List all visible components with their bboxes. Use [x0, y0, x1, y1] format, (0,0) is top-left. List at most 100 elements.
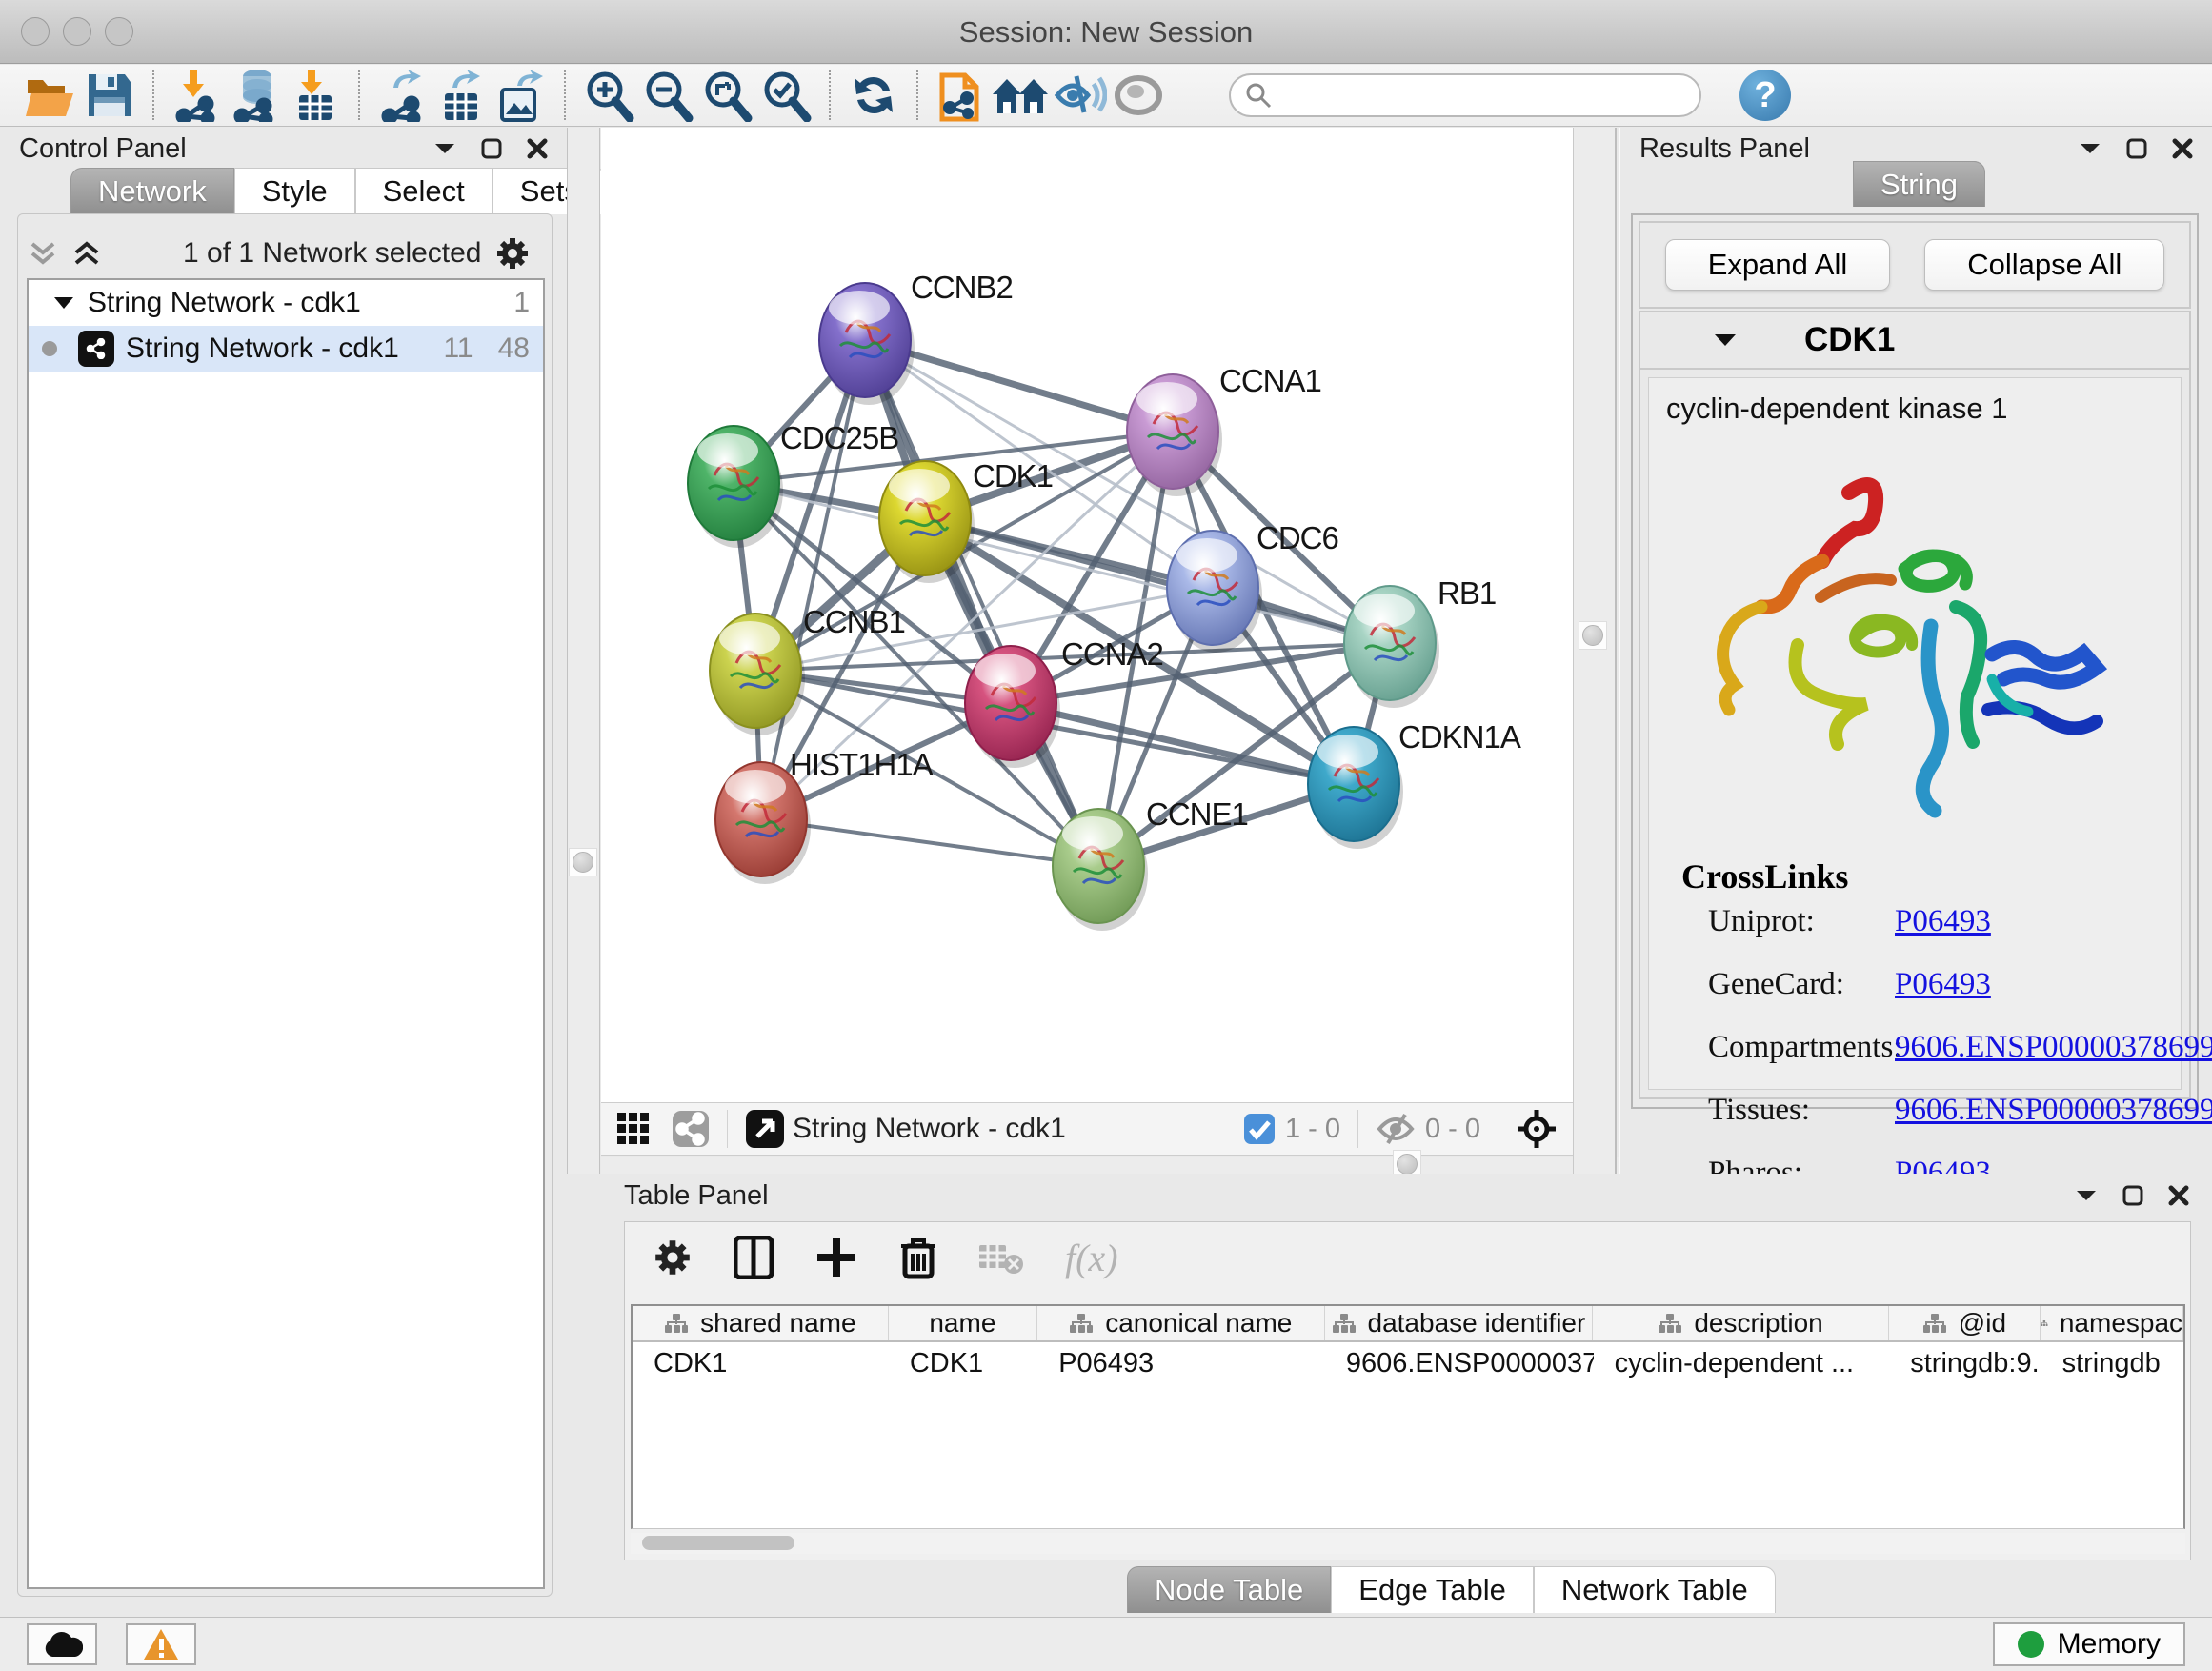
column-header--id[interactable]: @id	[1889, 1306, 2041, 1340]
detach-view-icon[interactable]	[745, 1109, 785, 1149]
node-table[interactable]: shared namenamecanonical namedatabase id…	[631, 1304, 2185, 1529]
search-input[interactable]	[1273, 80, 1673, 111]
gene-section-body: cyclin-dependent kinase 1 Cros	[1648, 377, 2182, 1090]
table-cell[interactable]: CDK1	[889, 1348, 1037, 1379]
close-panel-icon[interactable]	[527, 138, 548, 159]
selected-checkbox-icon[interactable]	[1243, 1113, 1276, 1145]
hide-labels-button[interactable]	[1050, 68, 1109, 123]
bird-eye-button[interactable]	[1109, 68, 1168, 123]
column-header-canonical-name[interactable]: canonical name	[1037, 1306, 1325, 1340]
collapse-panel-icon[interactable]	[433, 141, 456, 156]
crosslink-value[interactable]: P06493	[1895, 967, 1991, 1002]
collapse-panel-icon[interactable]	[2075, 1188, 2098, 1203]
zoom-out-button[interactable]	[638, 68, 697, 123]
expand-all-icon[interactable]	[72, 241, 101, 266]
scrollbar-thumb[interactable]	[642, 1536, 794, 1550]
column-header-namespac[interactable]: namespac	[2041, 1306, 2183, 1340]
import-network-database-button[interactable]	[227, 68, 286, 123]
tab-edge-table[interactable]: Edge Table	[1331, 1566, 1534, 1613]
search-box[interactable]	[1229, 73, 1701, 117]
zoom-in-button[interactable]	[579, 68, 638, 123]
table-cell[interactable]: CDK1	[633, 1348, 889, 1379]
tab-select[interactable]: Select	[355, 168, 493, 214]
help-button[interactable]: ?	[1739, 70, 1791, 121]
import-table-button[interactable]	[286, 68, 345, 123]
table-h-scrollbar[interactable]	[631, 1533, 2185, 1554]
network-share-icon[interactable]	[672, 1110, 710, 1148]
refresh-button[interactable]	[844, 68, 903, 123]
close-panel-icon[interactable]	[2168, 1185, 2189, 1206]
open-session-button[interactable]	[21, 68, 80, 123]
crosslink-value[interactable]: 9606.ENSP00000378699	[1895, 1093, 2212, 1128]
expand-all-button[interactable]: Expand All	[1665, 239, 1891, 291]
column-header-description[interactable]: description	[1593, 1306, 1889, 1340]
section-expand-icon[interactable]	[1713, 332, 1738, 349]
table-cell[interactable]: cyclin-dependent ...	[1594, 1348, 1890, 1379]
node-CCNE1[interactable]: CCNE1	[1053, 796, 1248, 931]
collapse-all-button[interactable]: Collapse All	[1924, 239, 2164, 291]
table-cell[interactable]: stringdb:9...	[1889, 1348, 2041, 1379]
float-panel-icon[interactable]	[481, 138, 502, 159]
float-panel-icon[interactable]	[2122, 1185, 2143, 1206]
export-network-button[interactable]	[373, 68, 432, 123]
eye-icon	[1113, 71, 1164, 119]
node-HIST1H1A[interactable]: HIST1H1A	[715, 747, 934, 884]
node-CDKN1A[interactable]: CDKN1A	[1308, 719, 1521, 849]
zoom-fit-button[interactable]	[697, 68, 756, 123]
results-panel-tab-string[interactable]: String	[1853, 168, 1985, 202]
cloud-button[interactable]	[27, 1623, 97, 1665]
hidden-eye-icon[interactable]	[1376, 1113, 1416, 1145]
collapse-panel-icon[interactable]	[2079, 141, 2101, 156]
table-row[interactable]: CDK1CDK1P064939606.ENSP00000378699cyclin…	[633, 1342, 2183, 1384]
right-splitter[interactable]	[1573, 128, 1617, 1174]
delete-column-icon[interactable]	[899, 1235, 937, 1280]
left-splitter[interactable]	[567, 128, 600, 1174]
node-CCNB2[interactable]: CCNB2	[819, 270, 1013, 405]
import-network-file-button[interactable]	[168, 68, 227, 123]
birds-eye-toggle-icon[interactable]	[1516, 1108, 1558, 1150]
grid-view-icon[interactable]	[616, 1112, 651, 1146]
export-table-button[interactable]	[432, 68, 492, 123]
table-cell[interactable]: 9606.ENSP00000378699	[1325, 1348, 1594, 1379]
crosslink-value[interactable]: P06493	[1895, 904, 1991, 939]
tab-network-table[interactable]: Network Table	[1534, 1566, 1776, 1613]
export-image-button[interactable]	[492, 68, 551, 123]
main-toolbar: ?	[0, 65, 2212, 127]
table-cell[interactable]: stringdb	[2041, 1348, 2183, 1379]
close-panel-icon[interactable]	[2172, 138, 2193, 159]
collapse-all-icon[interactable]	[29, 241, 57, 266]
network-collection-row[interactable]: String Network - cdk1 1	[29, 280, 543, 326]
crosslink-value[interactable]: 9606.ENSP00000378699	[1895, 1030, 2212, 1065]
add-column-icon[interactable]	[815, 1237, 857, 1278]
column-header-database-identifier[interactable]: database identifier	[1325, 1306, 1594, 1340]
network-graph[interactable]: CCNB2CCNA1CDC25BCDK1CDC6RB1CCNB1CCNA2CDK…	[601, 128, 1573, 1102]
tree-expand-icon[interactable]	[53, 295, 74, 311]
edge-CCNE1-HIST1H1A[interactable]	[761, 819, 1098, 866]
string-tab-label[interactable]: String	[1853, 161, 1985, 207]
network-row[interactable]: String Network - cdk1 11 48	[29, 326, 543, 372]
tab-node-table[interactable]: Node Table	[1127, 1566, 1331, 1613]
show-columns-icon[interactable]	[734, 1236, 774, 1279]
tab-network[interactable]: Network	[70, 168, 234, 214]
gene-section-header[interactable]: CDK1	[1640, 312, 2189, 370]
column-header-shared-name[interactable]: shared name	[633, 1306, 889, 1340]
table-cell[interactable]: P06493	[1037, 1348, 1325, 1379]
splitter-handle[interactable]	[569, 848, 597, 876]
zoom-selected-button[interactable]	[756, 68, 815, 123]
memory-button[interactable]: Memory	[1993, 1622, 2185, 1666]
tab-style[interactable]: Style	[234, 168, 355, 214]
node-CCNA2[interactable]: CCNA2	[965, 636, 1163, 768]
table-gear-icon[interactable]	[654, 1238, 692, 1277]
gear-icon[interactable]	[495, 236, 530, 271]
node-CDC6[interactable]: CDC6	[1167, 520, 1338, 653]
network-edges[interactable]	[734, 340, 1390, 866]
save-session-button[interactable]	[80, 68, 139, 123]
column-header-name[interactable]: name	[889, 1306, 1037, 1340]
splitter-handle[interactable]	[1579, 621, 1607, 650]
string-home-button[interactable]	[991, 68, 1050, 123]
float-panel-icon[interactable]	[2126, 138, 2147, 159]
warnings-button[interactable]	[126, 1623, 196, 1665]
node-CCNA1[interactable]: CCNA1	[1127, 363, 1321, 496]
open-session-web-button[interactable]	[932, 68, 991, 123]
node-RB1[interactable]: RB1	[1344, 575, 1496, 708]
